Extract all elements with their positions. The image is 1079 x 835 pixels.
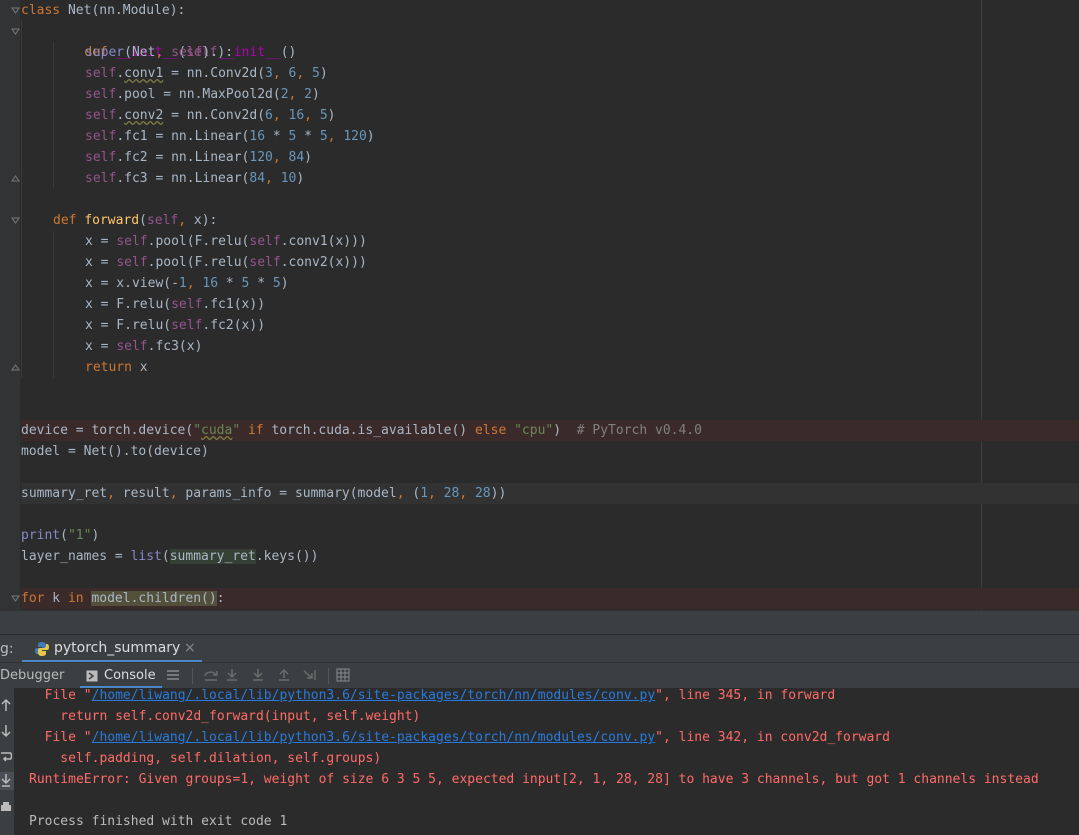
console-line: self.padding, self.dilation, self.groups… bbox=[29, 751, 382, 766]
fold-end-icon[interactable] bbox=[11, 363, 20, 372]
console-error-line: RuntimeError: Given groups=1, weight of … bbox=[29, 772, 1039, 787]
code-line[interactable]: x = x.view(-1, 16 * 5 * 5) bbox=[21, 273, 1079, 294]
console-side-toolbar bbox=[0, 688, 14, 835]
code-line[interactable]: def forward(self, x): bbox=[21, 210, 1079, 231]
code-line[interactable]: x = F.relu(self.fc1(x)) bbox=[21, 294, 1079, 315]
tool-window-title: g: bbox=[0, 641, 14, 657]
step-into-my-code-icon[interactable] bbox=[251, 668, 265, 686]
tab-debugger[interactable]: Debugger bbox=[0, 668, 64, 683]
code-line[interactable]: layer_names = list(summary_ret.keys()) bbox=[21, 546, 1079, 567]
code-line[interactable]: x = self.fc3(x) bbox=[21, 336, 1079, 357]
python-icon bbox=[34, 641, 50, 661]
fold-collapse-icon[interactable] bbox=[11, 216, 20, 225]
console-line: File "/home/liwang/.local/lib/python3.6/… bbox=[29, 730, 890, 745]
run-tab-bar: g: pytorch_summary × bbox=[0, 634, 1079, 663]
code-line[interactable]: print("1") bbox=[21, 525, 1079, 546]
fold-collapse-icon[interactable] bbox=[11, 6, 20, 15]
code-line-error-highlight[interactable]: for k in model.children(): bbox=[21, 588, 1079, 609]
step-into-icon[interactable] bbox=[225, 668, 239, 686]
code-line[interactable]: self.fc1 = nn.Linear(16 * 5 * 5, 120) bbox=[21, 126, 1079, 147]
code-line[interactable]: class Net(nn.Module): bbox=[21, 0, 1079, 21]
scroll-down-icon[interactable] bbox=[0, 724, 12, 742]
code-line[interactable]: self.conv2 = nn.Conv2d(6, 16, 5) bbox=[21, 105, 1079, 126]
fold-end-icon[interactable] bbox=[11, 174, 20, 183]
soft-wrap-icon[interactable] bbox=[0, 750, 13, 768]
code-line-current[interactable]: summary_ret, result, params_info = summa… bbox=[21, 483, 1079, 504]
step-out-icon[interactable] bbox=[277, 668, 291, 686]
process-exit-line: Process finished with exit code 1 bbox=[29, 814, 288, 829]
code-line[interactable]: return x bbox=[21, 357, 1079, 378]
run-to-cursor-icon[interactable] bbox=[303, 668, 319, 686]
code-line[interactable]: self.conv1 = nn.Conv2d(3, 6, 5) bbox=[21, 63, 1079, 84]
console-line: return self.conv2d_forward(input, self.w… bbox=[29, 709, 421, 724]
evaluate-expression-icon[interactable] bbox=[336, 668, 350, 686]
file-link[interactable]: /home/liwang/.local/lib/python3.6/site-p… bbox=[92, 688, 656, 703]
code-line[interactable]: model = Net().to(device) bbox=[21, 441, 1079, 462]
scroll-up-icon[interactable] bbox=[0, 698, 12, 716]
fold-collapse-icon[interactable] bbox=[11, 594, 20, 603]
console-icon bbox=[86, 670, 98, 686]
code-line[interactable]: x = self.pool(F.relu(self.conv1(x))) bbox=[21, 231, 1079, 252]
console-line: File "/home/liwang/.local/lib/python3.6/… bbox=[29, 688, 836, 703]
code-line[interactable]: self.fc3 = nn.Linear(84, 10) bbox=[21, 168, 1079, 189]
fold-collapse-icon[interactable] bbox=[11, 27, 20, 36]
scroll-to-end-icon[interactable] bbox=[0, 772, 14, 790]
close-icon[interactable]: × bbox=[184, 640, 196, 656]
print-icon[interactable] bbox=[0, 800, 12, 818]
code-line[interactable]: def __init__(self): bbox=[21, 21, 1079, 60]
panel-splitter[interactable] bbox=[0, 610, 1079, 635]
code-line[interactable]: x = self.pool(F.relu(self.conv2(x))) bbox=[21, 252, 1079, 273]
code-line[interactable]: self.fc2 = nn.Linear(120, 84) bbox=[21, 147, 1079, 168]
code-line-error-highlight[interactable]: device = torch.device("cuda" if torch.cu… bbox=[21, 420, 1079, 441]
code-line[interactable]: x = F.relu(self.fc2(x)) bbox=[21, 315, 1079, 336]
tab-pytorch-summary[interactable]: pytorch_summary × bbox=[22, 635, 202, 663]
step-over-icon[interactable] bbox=[203, 668, 219, 686]
tab-label: pytorch_summary bbox=[54, 640, 181, 656]
console-label: Console bbox=[104, 668, 156, 683]
code-line[interactable]: self.pool = nn.MaxPool2d(2, 2) bbox=[21, 84, 1079, 105]
code-editor[interactable]: class Net(nn.Module): def __init__(self)… bbox=[0, 0, 1079, 610]
console-output[interactable]: File "/home/liwang/.local/lib/python3.6/… bbox=[14, 688, 1079, 835]
menu-icon[interactable] bbox=[166, 668, 180, 686]
code-line[interactable]: super(Net, self).__init__() bbox=[21, 42, 1079, 63]
editor-gutter bbox=[0, 0, 20, 610]
file-link[interactable]: /home/liwang/.local/lib/python3.6/site-p… bbox=[92, 730, 656, 745]
